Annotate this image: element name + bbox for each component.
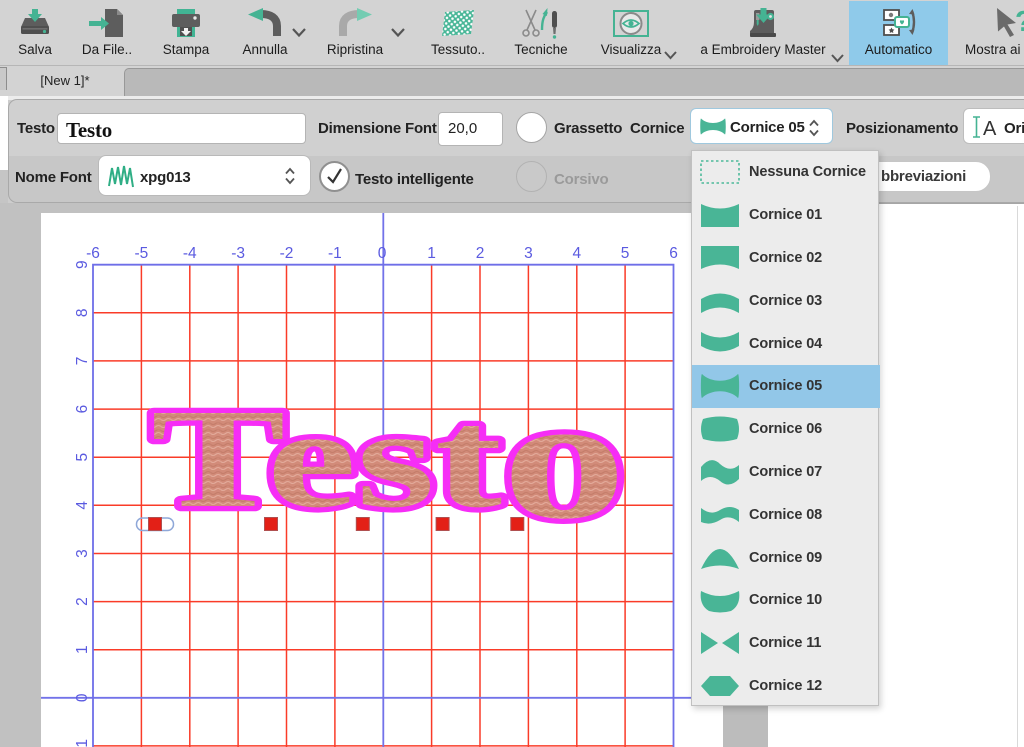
svg-text:A: A (983, 118, 997, 139)
svg-text:-6: -6 (86, 245, 100, 262)
svg-text:6: 6 (669, 245, 678, 262)
svg-text:6: 6 (74, 405, 91, 414)
svg-text:8: 8 (74, 308, 91, 317)
svg-text:4: 4 (74, 501, 91, 510)
svg-text:0: 0 (74, 693, 91, 702)
svg-text:3: 3 (524, 245, 533, 262)
svg-text:Testo: Testo (151, 361, 626, 555)
svg-text:2: 2 (74, 597, 91, 606)
svg-text:4: 4 (572, 245, 581, 262)
svg-text:1: 1 (427, 245, 436, 262)
svg-text:-5: -5 (135, 245, 149, 262)
svg-text:-1: -1 (74, 739, 91, 747)
svg-text:5: 5 (621, 245, 630, 262)
svg-text:5: 5 (74, 453, 91, 462)
svg-text:-1: -1 (328, 245, 342, 262)
svg-text:2: 2 (476, 245, 485, 262)
svg-text:7: 7 (74, 357, 91, 366)
svg-text:?: ? (1015, 8, 1024, 38)
svg-text:-2: -2 (280, 245, 294, 262)
svg-text:-3: -3 (231, 245, 245, 262)
svg-text:9: 9 (74, 260, 91, 269)
svg-text:3: 3 (74, 549, 91, 558)
svg-text:1: 1 (74, 645, 91, 654)
svg-text:0: 0 (378, 245, 387, 262)
svg-text:-4: -4 (183, 245, 197, 262)
